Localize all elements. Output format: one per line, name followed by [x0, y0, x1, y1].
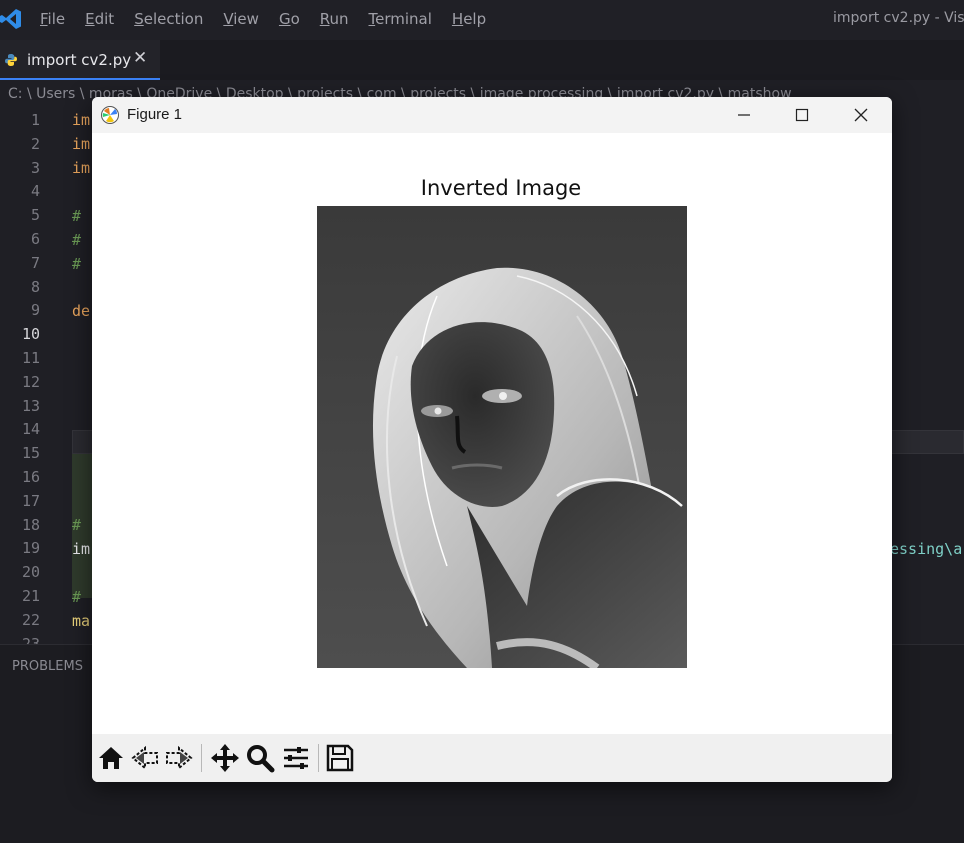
toolbar-separator [318, 744, 319, 772]
menu-help[interactable]: Help [452, 10, 486, 28]
line-number: 2 [30, 134, 40, 153]
save-icon[interactable] [324, 742, 356, 774]
figure-titlebar[interactable]: Figure 1 [92, 97, 892, 133]
line-number: 13 [21, 396, 40, 415]
home-icon[interactable] [95, 742, 127, 774]
window-title: import cv2.py - Visu [833, 10, 964, 26]
close-icon[interactable] [849, 103, 873, 127]
vscode-titlebar: File Edit Selection View Go Run Terminal… [0, 0, 964, 40]
editor-tab-bar: import cv2.py ✕ [0, 40, 964, 80]
inverted-image [317, 206, 687, 668]
forward-icon[interactable] [163, 742, 195, 774]
tab-close-icon[interactable]: ✕ [133, 48, 147, 68]
line-number: 11 [21, 349, 40, 367]
maximize-icon[interactable] [790, 103, 814, 127]
plot-title: Inverted Image [420, 176, 582, 200]
configure-icon[interactable] [280, 742, 312, 774]
menu-selection[interactable]: Selection [134, 10, 203, 28]
code-line-5[interactable]: # [72, 207, 81, 225]
menu-run[interactable]: Run [320, 10, 349, 28]
code-line-6[interactable]: # [72, 231, 81, 249]
tab-label: import cv2.py [27, 51, 132, 69]
line-number: 5 [30, 206, 40, 225]
line-number: 20 [21, 563, 40, 582]
menu-terminal[interactable]: Terminal [369, 10, 432, 28]
line-number: 6 [30, 230, 40, 248]
code-line-1[interactable]: im [72, 111, 90, 129]
figure-window: Figure 1 Inverted Image [92, 97, 892, 782]
menu-file[interactable]: File [40, 10, 65, 28]
code-line-3[interactable]: im [72, 159, 90, 177]
code-line-9[interactable]: de [72, 302, 90, 320]
line-number: 7 [30, 253, 40, 272]
code-line-22[interactable]: ma [72, 612, 90, 630]
line-number: 21 [21, 587, 40, 605]
line-number: 8 [30, 277, 40, 296]
code-line-19-string: essing\a [890, 540, 963, 558]
line-number: 14 [21, 420, 40, 439]
code-line-19[interactable]: im [72, 540, 90, 558]
code-line-2[interactable]: im [72, 135, 90, 153]
line-number: 19 [21, 539, 40, 558]
menu-go[interactable]: Go [279, 10, 300, 28]
menu-bar: File Edit Selection View Go Run Terminal… [40, 10, 506, 28]
line-number: 9 [30, 301, 40, 320]
line-number: 15 [21, 444, 40, 463]
toolbar-separator [201, 744, 202, 772]
figure-toolbar [92, 734, 892, 782]
python-file-icon [5, 54, 17, 66]
minimize-icon[interactable] [732, 103, 756, 127]
code-line-7[interactable]: # [72, 255, 81, 273]
pan-icon[interactable] [209, 742, 241, 774]
back-icon[interactable] [129, 742, 161, 774]
line-number: 16 [21, 468, 40, 486]
line-number: 18 [21, 515, 40, 534]
line-number: 1 [30, 111, 40, 129]
line-number: 3 [30, 158, 40, 177]
line-number: 4 [30, 182, 40, 201]
line-number: 12 [21, 372, 40, 391]
line-number: 22 [21, 610, 40, 629]
figure-title: Figure 1 [127, 106, 183, 123]
tab-import-cv2[interactable]: import cv2.py ✕ [0, 40, 160, 80]
line-number: 17 [21, 491, 40, 510]
menu-view[interactable]: View [223, 10, 259, 28]
matplotlib-logo-icon [101, 106, 119, 124]
code-line-21[interactable]: # [72, 588, 81, 606]
tab-problems[interactable]: PROBLEMS [12, 659, 83, 674]
zoom-icon[interactable] [244, 742, 276, 774]
vscode-logo-icon[interactable] [0, 8, 22, 30]
code-line-18[interactable]: # [72, 516, 81, 534]
menu-edit[interactable]: Edit [85, 10, 114, 28]
line-number: 10 [21, 325, 40, 344]
